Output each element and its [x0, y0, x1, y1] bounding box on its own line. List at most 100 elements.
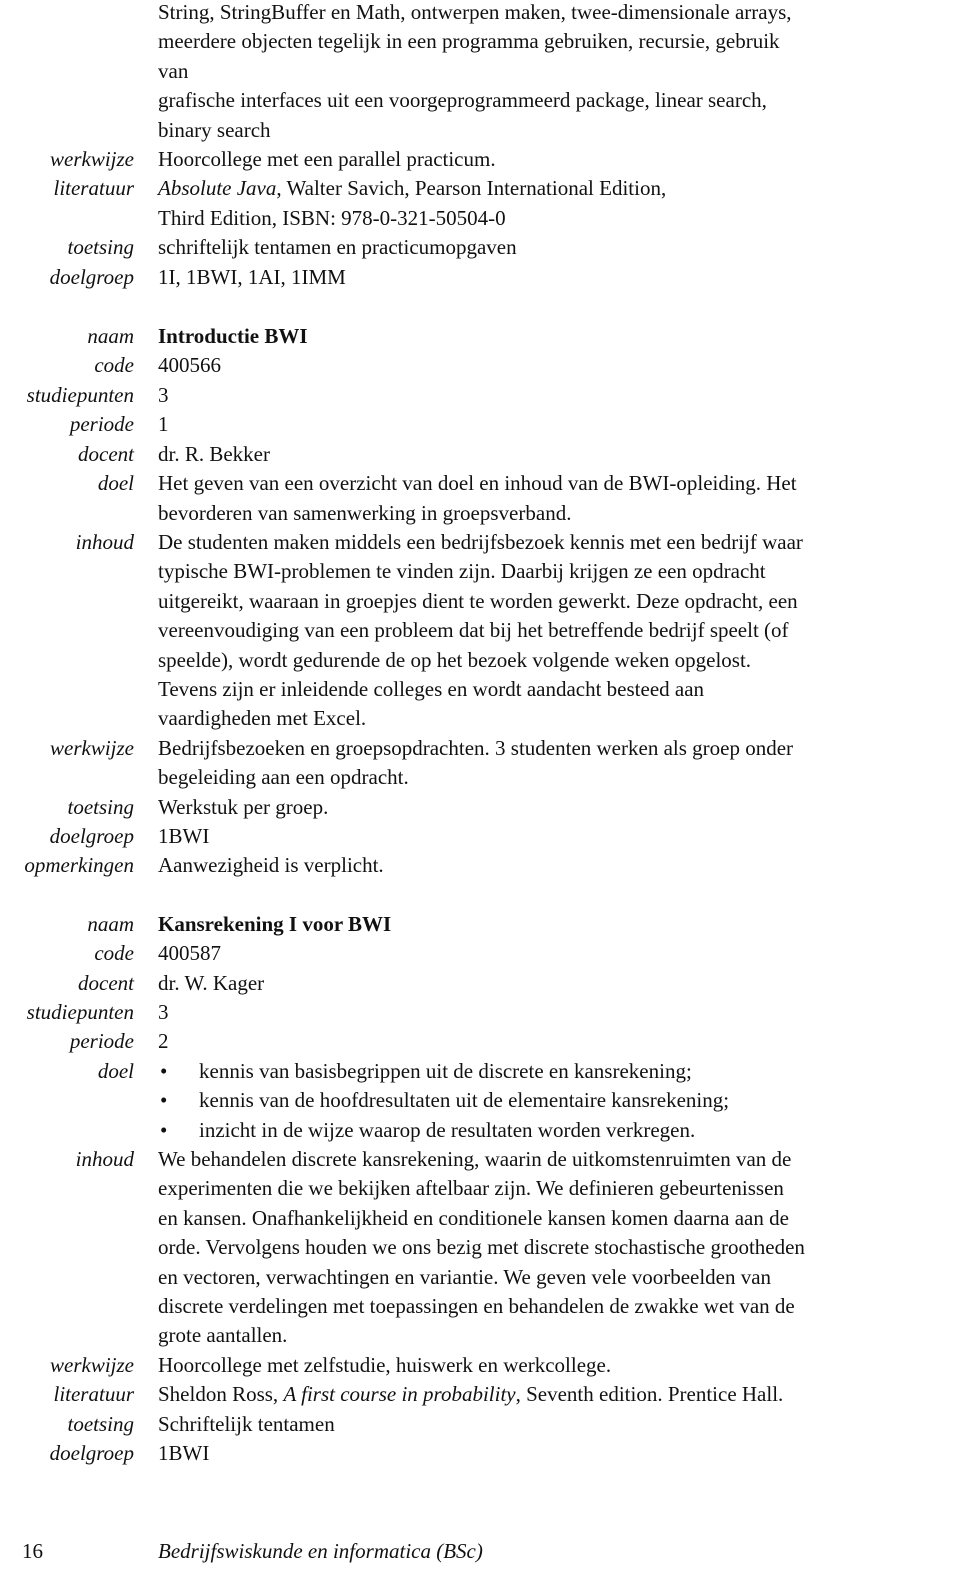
field-value: 400587: [158, 941, 221, 966]
field-label: opmerkingen: [24, 853, 134, 878]
text-line: Tevens zijn er inleidende colleges en wo…: [158, 676, 705, 701]
field-label: doelgroep: [49, 1441, 134, 1466]
field-label: werkwijze: [50, 735, 134, 760]
text-line: grafische interfaces uit een voorgeprogr…: [158, 88, 767, 113]
field-value: 3: [158, 1000, 169, 1024]
text-line: String, StringBuffer en Math, ontwerpen …: [158, 0, 792, 24]
field-label: doelgroep: [49, 823, 134, 848]
field-doel: doel Het geven van een overzicht van doe…: [0, 469, 960, 528]
field-label: doel: [97, 471, 134, 496]
field-value: 3: [158, 382, 169, 407]
text-line: We behandelen discrete kansrekening, waa…: [158, 1147, 792, 1172]
field-value: 2: [158, 1029, 169, 1054]
text-line: Het geven van een overzicht van doel en …: [158, 471, 797, 496]
course-previous: String, StringBuffer en Math, ontwerpen …: [0, 0, 960, 292]
field-werkwijze: werkwijze Hoorcollege met een parallel p…: [0, 145, 960, 174]
field-doelgroep: doelgroep 1BWI: [0, 1439, 960, 1468]
bullet-icon: •: [160, 1117, 168, 1142]
text-line: en kansen. Onafhankelijkheid en conditio…: [158, 1205, 789, 1230]
field-label: code: [94, 941, 134, 966]
field-label: toetsing: [67, 235, 135, 260]
field-periode: periode 1: [0, 410, 960, 439]
text-line: typische BWI-problemen te vinden zijn. D…: [158, 559, 766, 584]
field-label: code: [94, 353, 134, 378]
field-value: 400566: [158, 353, 221, 378]
footer-title: Bedrijfswiskunde en informatica (BSc): [158, 1539, 483, 1563]
bullet-icon: •: [160, 1088, 168, 1113]
field-code: code 400587: [0, 939, 960, 968]
field-opmerkingen: opmerkingen Aanwezigheid is verplicht.: [0, 851, 960, 880]
book-edition: Third Edition, ISBN: 978-0-321-50504-0: [158, 205, 506, 230]
field-value: Aanwezigheid is verplicht.: [158, 853, 384, 878]
field-naam: naam Introductie BWI: [0, 322, 960, 351]
field-label: studiepunten: [26, 1000, 134, 1024]
text-line: vaardigheden met Excel.: [158, 706, 367, 731]
field-value: dr. W. Kager: [158, 970, 265, 995]
field-werkwijze: werkwijze Hoorcollege met zelfstudie, hu…: [0, 1351, 960, 1380]
text-line: meerdere objecten tegelijk in een progra…: [158, 29, 780, 54]
text-line: grote aantallen.: [158, 1323, 288, 1348]
field-label: inhoud: [75, 1147, 134, 1172]
book-title: A first course in probability: [283, 1382, 516, 1407]
field-value: schriftelijk tentamen en practicumopgave…: [158, 235, 517, 260]
field-value: Schriftelijk tentamen: [158, 1411, 335, 1436]
field-werkwijze: werkwijze Bedrijfsbezoeken en groepsopdr…: [0, 734, 960, 793]
field-toetsing: toetsing Schriftelijk tentamen: [0, 1410, 960, 1439]
text-line: en vectoren, verwachtingen en variantie.…: [158, 1264, 772, 1289]
field-naam: naam Kansrekening I voor BWI: [0, 910, 960, 939]
field-docent: docent dr. W. Kager: [0, 969, 960, 998]
field-label: toetsing: [67, 1411, 135, 1436]
field-value: 1BWI: [158, 1441, 210, 1466]
field-label: werkwijze: [50, 1352, 134, 1377]
course-title: Kansrekening I voor BWI: [158, 911, 392, 936]
book-author: Sheldon Ross,: [158, 1382, 284, 1407]
text-line: Bedrijfsbezoeken en groepsopdrachten. 3 …: [158, 735, 794, 760]
field-label: literatuur: [53, 176, 134, 201]
text-line: bevorderen van samenwerking in groepsver…: [158, 500, 572, 525]
field-toetsing: toetsing schriftelijk tentamen en practi…: [0, 233, 960, 262]
field-studiepunten: studiepunten 3: [0, 381, 960, 410]
text-line: experimenten die we bekijken aftelbaar z…: [158, 1176, 784, 1201]
field-periode: periode 2: [0, 1027, 960, 1056]
book-title: Absolute Java: [158, 176, 277, 201]
field-toetsing: toetsing Werkstuk per groep.: [0, 793, 960, 822]
field-studiepunten: studiepunten 3: [0, 998, 960, 1027]
doel-bullet-list: • kennis van basisbegrippen uit de discre…: [158, 1057, 954, 1145]
field-value: dr. R. Bekker: [158, 441, 270, 466]
list-item: • inzicht in de wijze waarop de resultate…: [158, 1116, 954, 1145]
book-details: , Walter Savich, Pearson International E…: [276, 176, 667, 201]
field-label: docent: [78, 970, 134, 995]
field-label: toetsing: [67, 794, 135, 819]
course-title: Introductie BWI: [158, 324, 308, 349]
field-inhoud: inhoud De studenten maken middels een be…: [0, 528, 960, 734]
field-label: literatuur: [53, 1382, 134, 1407]
field-label: periode: [69, 412, 134, 437]
field-value: Hoorcollege met zelfstudie, huiswerk en …: [158, 1352, 612, 1377]
field-value: Hoorcollege met een parallel practicum.: [158, 147, 496, 172]
field-doel: doel • kennis van basisbegrippen uit de d…: [0, 1057, 960, 1145]
text-line: vereenvoudiging van een probleem dat bij…: [158, 618, 789, 643]
text-line: begeleiding aan een opdracht.: [158, 765, 409, 790]
text-line: van: [158, 58, 189, 83]
field-inhoud-continued: String, StringBuffer en Math, ontwerpen …: [0, 0, 960, 145]
text-line: orde. Vervolgens houden we ons bezig met…: [158, 1235, 805, 1260]
field-label: inhoud: [75, 529, 134, 554]
field-inhoud: inhoud We behandelen discrete kansrekeni…: [0, 1145, 960, 1351]
field-label: doel: [97, 1058, 134, 1083]
list-item: • kennis van basisbegrippen uit de discre…: [158, 1057, 954, 1086]
field-label: studiepunten: [26, 382, 134, 407]
bullet-icon: •: [160, 1058, 168, 1083]
field-value: Werkstuk per groep.: [158, 794, 329, 819]
book-details: , Seventh edition. Prentice Hall.: [515, 1382, 784, 1407]
field-code: code 400566: [0, 351, 960, 380]
text-line: discrete verdelingen met toepassingen en…: [158, 1294, 795, 1319]
field-value: 1I, 1BWI, 1AI, 1IMM: [158, 264, 346, 289]
field-label: doelgroep: [49, 264, 134, 289]
field-value: 1BWI: [158, 823, 210, 848]
field-label: werkwijze: [50, 147, 134, 172]
field-doelgroep: doelgroep 1I, 1BWI, 1AI, 1IMM: [0, 263, 960, 292]
field-label: naam: [87, 324, 134, 349]
course-introductie-bwi: naam Introductie BWI code 400566 studiep…: [0, 322, 960, 881]
text-line: binary search: [158, 117, 271, 142]
list-item: • kennis van de hoofdresultaten uit de el…: [158, 1086, 954, 1115]
